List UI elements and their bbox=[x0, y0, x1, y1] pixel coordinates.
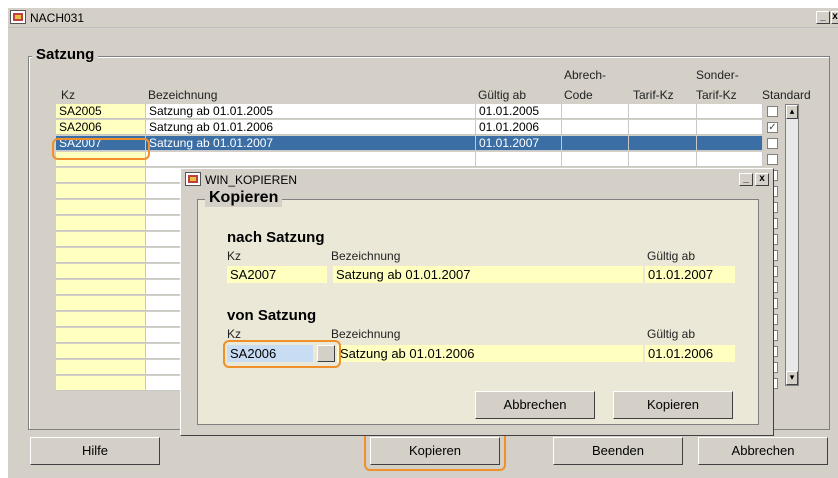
title-bar: NACH031 _ x bbox=[8, 8, 838, 28]
table-cell-tarif[interactable] bbox=[629, 120, 697, 135]
scroll-up-button[interactable]: ▴ bbox=[786, 105, 798, 119]
table-cell-abrech[interactable] bbox=[562, 136, 629, 151]
satzung-legend: Satzung bbox=[32, 46, 99, 63]
table-cell-empty[interactable] bbox=[56, 376, 146, 391]
selected-kz-highlight bbox=[52, 138, 150, 160]
table-cell-empty[interactable] bbox=[56, 248, 146, 263]
dialog-kopieren-button[interactable]: Kopieren bbox=[613, 391, 733, 419]
table-cell-tarif[interactable] bbox=[629, 104, 697, 119]
table-cell-empty[interactable] bbox=[562, 152, 629, 167]
dialog-app-icon bbox=[185, 172, 201, 186]
table-cell-abrech[interactable] bbox=[562, 120, 629, 135]
kopieren-legend: Kopieren bbox=[205, 189, 283, 207]
hilfe-button[interactable]: Hilfe bbox=[30, 437, 160, 465]
table-cell-empty[interactable] bbox=[56, 168, 146, 183]
standard-checkbox[interactable] bbox=[767, 138, 778, 149]
standard-checkbox[interactable] bbox=[767, 106, 778, 117]
kopieren-dialog: WIN_KOPIEREN _ x Kopieren nach Satzung K… bbox=[180, 168, 774, 436]
von-kz-label: Kz bbox=[227, 327, 242, 341]
table-cell-bezeichnung[interactable]: Satzung ab 01.01.2005 bbox=[146, 104, 476, 119]
von-satzung-heading: von Satzung bbox=[227, 307, 317, 324]
table-cell-empty[interactable] bbox=[56, 344, 146, 359]
header-kz: Kz bbox=[61, 88, 76, 102]
dialog-abbrechen-button[interactable]: Abbrechen bbox=[475, 391, 595, 419]
table-cell-empty[interactable] bbox=[56, 200, 146, 215]
table-cell-empty[interactable] bbox=[146, 152, 476, 167]
standard-checkbox[interactable] bbox=[767, 154, 778, 165]
table-cell-sonder[interactable] bbox=[697, 120, 763, 135]
von-bezeichnung-field: Satzung ab 01.01.2006 bbox=[337, 345, 643, 362]
dialog-title-bar: WIN_KOPIEREN _ x bbox=[181, 169, 773, 189]
table-cell-kz[interactable]: SA2006 bbox=[56, 120, 146, 135]
abbrechen-button[interactable]: Abbrechen bbox=[698, 437, 828, 465]
table-cell-abrech[interactable] bbox=[562, 104, 629, 119]
von-kz-highlight bbox=[223, 340, 341, 368]
table-cell-empty[interactable] bbox=[56, 328, 146, 343]
table-cell-bezeichnung[interactable]: Satzung ab 01.01.2006 bbox=[146, 120, 476, 135]
table-cell-empty[interactable] bbox=[56, 312, 146, 327]
von-gueltig-label: Gültig ab bbox=[647, 327, 696, 341]
table-cell-gueltig[interactable]: 01.01.2006 bbox=[476, 120, 562, 135]
table-cell-kz[interactable]: SA2005 bbox=[56, 104, 146, 119]
nach-bez-label: Bezeichnung bbox=[331, 249, 401, 263]
main-window: NACH031 _ x Satzung Kz Bezeichnung Gülti… bbox=[8, 8, 838, 478]
header-tarif-kz: Tarif-Kz bbox=[633, 88, 674, 102]
von-gueltig-field: 01.01.2006 bbox=[645, 345, 735, 362]
app-icon bbox=[10, 10, 26, 24]
vertical-scrollbar[interactable]: ▴ ▾ bbox=[785, 104, 799, 386]
table-cell-empty[interactable] bbox=[476, 152, 562, 167]
table-cell-sonder[interactable] bbox=[697, 136, 763, 151]
nach-gueltig-label: Gültig ab bbox=[647, 249, 696, 263]
nach-gueltig-field: 01.01.2007 bbox=[645, 266, 735, 283]
table-cell-empty[interactable] bbox=[56, 360, 146, 375]
table-cell-empty[interactable] bbox=[697, 152, 763, 167]
table-cell-empty[interactable] bbox=[56, 280, 146, 295]
header-bezeichnung: Bezeichnung bbox=[148, 88, 218, 102]
header-sonder: Sonder- bbox=[696, 68, 739, 82]
table-cell-gueltig[interactable]: 01.01.2007 bbox=[476, 136, 562, 151]
kopieren-highlight bbox=[364, 431, 506, 471]
close-button[interactable]: x bbox=[831, 11, 838, 24]
nach-kz-field: SA2007 bbox=[227, 266, 327, 283]
table-cell-empty[interactable] bbox=[56, 296, 146, 311]
header-abrech: Abrech- bbox=[564, 68, 607, 82]
table-cell-tarif[interactable] bbox=[629, 136, 697, 151]
minimize-button[interactable]: _ bbox=[816, 11, 830, 24]
table-cell-gueltig[interactable]: 01.01.2005 bbox=[476, 104, 562, 119]
header-code: Code bbox=[564, 88, 593, 102]
scroll-down-button[interactable]: ▾ bbox=[786, 371, 798, 385]
table-cell-bezeichnung[interactable]: Satzung ab 01.01.2007 bbox=[146, 136, 476, 151]
dialog-close-button[interactable]: x bbox=[755, 173, 769, 186]
nach-satzung-heading: nach Satzung bbox=[227, 229, 325, 246]
dialog-minimize-button[interactable]: _ bbox=[739, 173, 753, 186]
beenden-button[interactable]: Beenden bbox=[553, 437, 683, 465]
standard-checkbox[interactable]: ✓ bbox=[767, 122, 778, 133]
window-title: NACH031 bbox=[30, 11, 85, 25]
header-sonder-tarif-kz: Tarif-Kz bbox=[696, 88, 737, 102]
nach-bezeichnung-field: Satzung ab 01.01.2007 bbox=[333, 266, 643, 283]
header-gueltig-ab: Gültig ab bbox=[478, 88, 527, 102]
table-cell-empty[interactable] bbox=[56, 264, 146, 279]
header-standard: Standard bbox=[762, 88, 811, 102]
table-cell-empty[interactable] bbox=[629, 152, 697, 167]
table-cell-empty[interactable] bbox=[56, 232, 146, 247]
table-cell-empty[interactable] bbox=[56, 184, 146, 199]
table-cell-empty[interactable] bbox=[56, 216, 146, 231]
von-bez-label: Bezeichnung bbox=[331, 327, 401, 341]
table-cell-sonder[interactable] bbox=[697, 104, 763, 119]
nach-kz-label: Kz bbox=[227, 249, 242, 263]
dialog-title: WIN_KOPIEREN bbox=[205, 173, 298, 187]
